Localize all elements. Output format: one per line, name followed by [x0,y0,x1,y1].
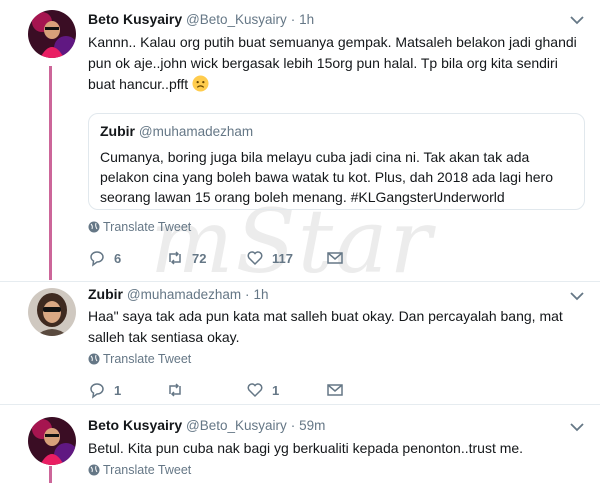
reply-icon [90,251,104,267]
retweet-count: 72 [192,250,207,266]
translate-tweet-label: Translate Tweet [103,463,192,477]
tweet[interactable]: Beto Kusyairy @Beto_Kusyairy · 1h Kannn.… [0,0,600,282]
globe-icon [88,221,100,233]
like-button[interactable]: 1 [246,380,279,400]
avatar[interactable] [28,288,76,336]
message-icon [327,384,343,396]
reply-icon [90,383,104,399]
timestamp[interactable]: 1h [253,287,268,302]
author-name[interactable]: Beto Kusyairy [88,417,182,433]
tweet-text: Haa" saya tak ada pun kata mat salleh bu… [88,308,563,345]
author-handle[interactable]: @muhamadezham [127,287,241,302]
tweet[interactable]: Zubir @muhamadezham · 1h Haa" saya tak a… [0,282,600,400]
avatar[interactable] [28,417,76,465]
translate-tweet-link[interactable]: Translate Tweet [88,352,191,366]
reply-button[interactable]: 6 [88,248,121,268]
sad-emoji-icon [192,75,209,92]
message-button[interactable] [326,380,352,400]
like-count: 117 [272,250,293,266]
separator: · [290,418,296,433]
quoted-tweet[interactable]: Zubir @muhamadezham Cumanya, boring juga… [88,113,585,210]
chevron-down-icon[interactable] [570,291,584,301]
timestamp[interactable]: 1h [299,12,314,27]
reply-button[interactable]: 1 [88,380,121,400]
reply-count: 6 [114,250,122,266]
like-icon [247,383,263,398]
author-name[interactable]: Beto Kusyairy [88,11,182,27]
author-handle[interactable]: @Beto_Kusyairy [186,12,287,27]
retweet-icon [169,251,181,265]
separator: · [245,287,250,302]
reply-count: 1 [114,382,122,398]
translate-tweet-link[interactable]: Translate Tweet [88,220,191,234]
globe-icon [88,464,100,476]
tweet-text: Kannn.. Kalau org putih buat semuanya ge… [88,32,580,95]
tweet-text-body: Kannn.. Kalau org putih buat semuanya ge… [88,34,577,92]
timestamp[interactable]: 59m [299,418,325,433]
avatar-image [28,288,76,336]
translate-tweet-label: Translate Tweet [103,352,192,366]
like-button[interactable]: 117 [246,248,293,268]
retweet-button[interactable] [166,380,192,400]
author-handle[interactable]: @Beto_Kusyairy [186,418,287,433]
tweet[interactable]: Beto Kusyairy @Beto_Kusyairy · 59m Betul… [0,405,600,483]
globe-icon [88,353,100,365]
avatar-image [28,10,76,58]
avatar[interactable] [28,10,76,58]
chevron-down-icon[interactable] [570,15,584,25]
quoted-tweet-text: Cumanya, boring juga bila melayu cuba ja… [100,149,553,205]
message-button[interactable] [326,248,352,268]
message-icon [327,252,343,264]
avatar-image [28,417,76,465]
quoted-author-handle: @muhamadezham [138,124,254,139]
tweet-text: Betul. Kita pun cuba nak bagi yg berkual… [88,440,524,456]
quoted-author-name: Zubir [100,123,135,139]
like-icon [247,251,263,266]
retweet-button[interactable]: 72 [166,248,206,268]
translate-tweet-link[interactable]: Translate Tweet [88,463,191,477]
author-name[interactable]: Zubir [88,286,123,302]
like-count: 1 [272,382,280,398]
separator: · [290,12,296,27]
translate-tweet-label: Translate Tweet [103,220,192,234]
chevron-down-icon[interactable] [570,422,584,432]
retweet-icon [169,383,181,397]
